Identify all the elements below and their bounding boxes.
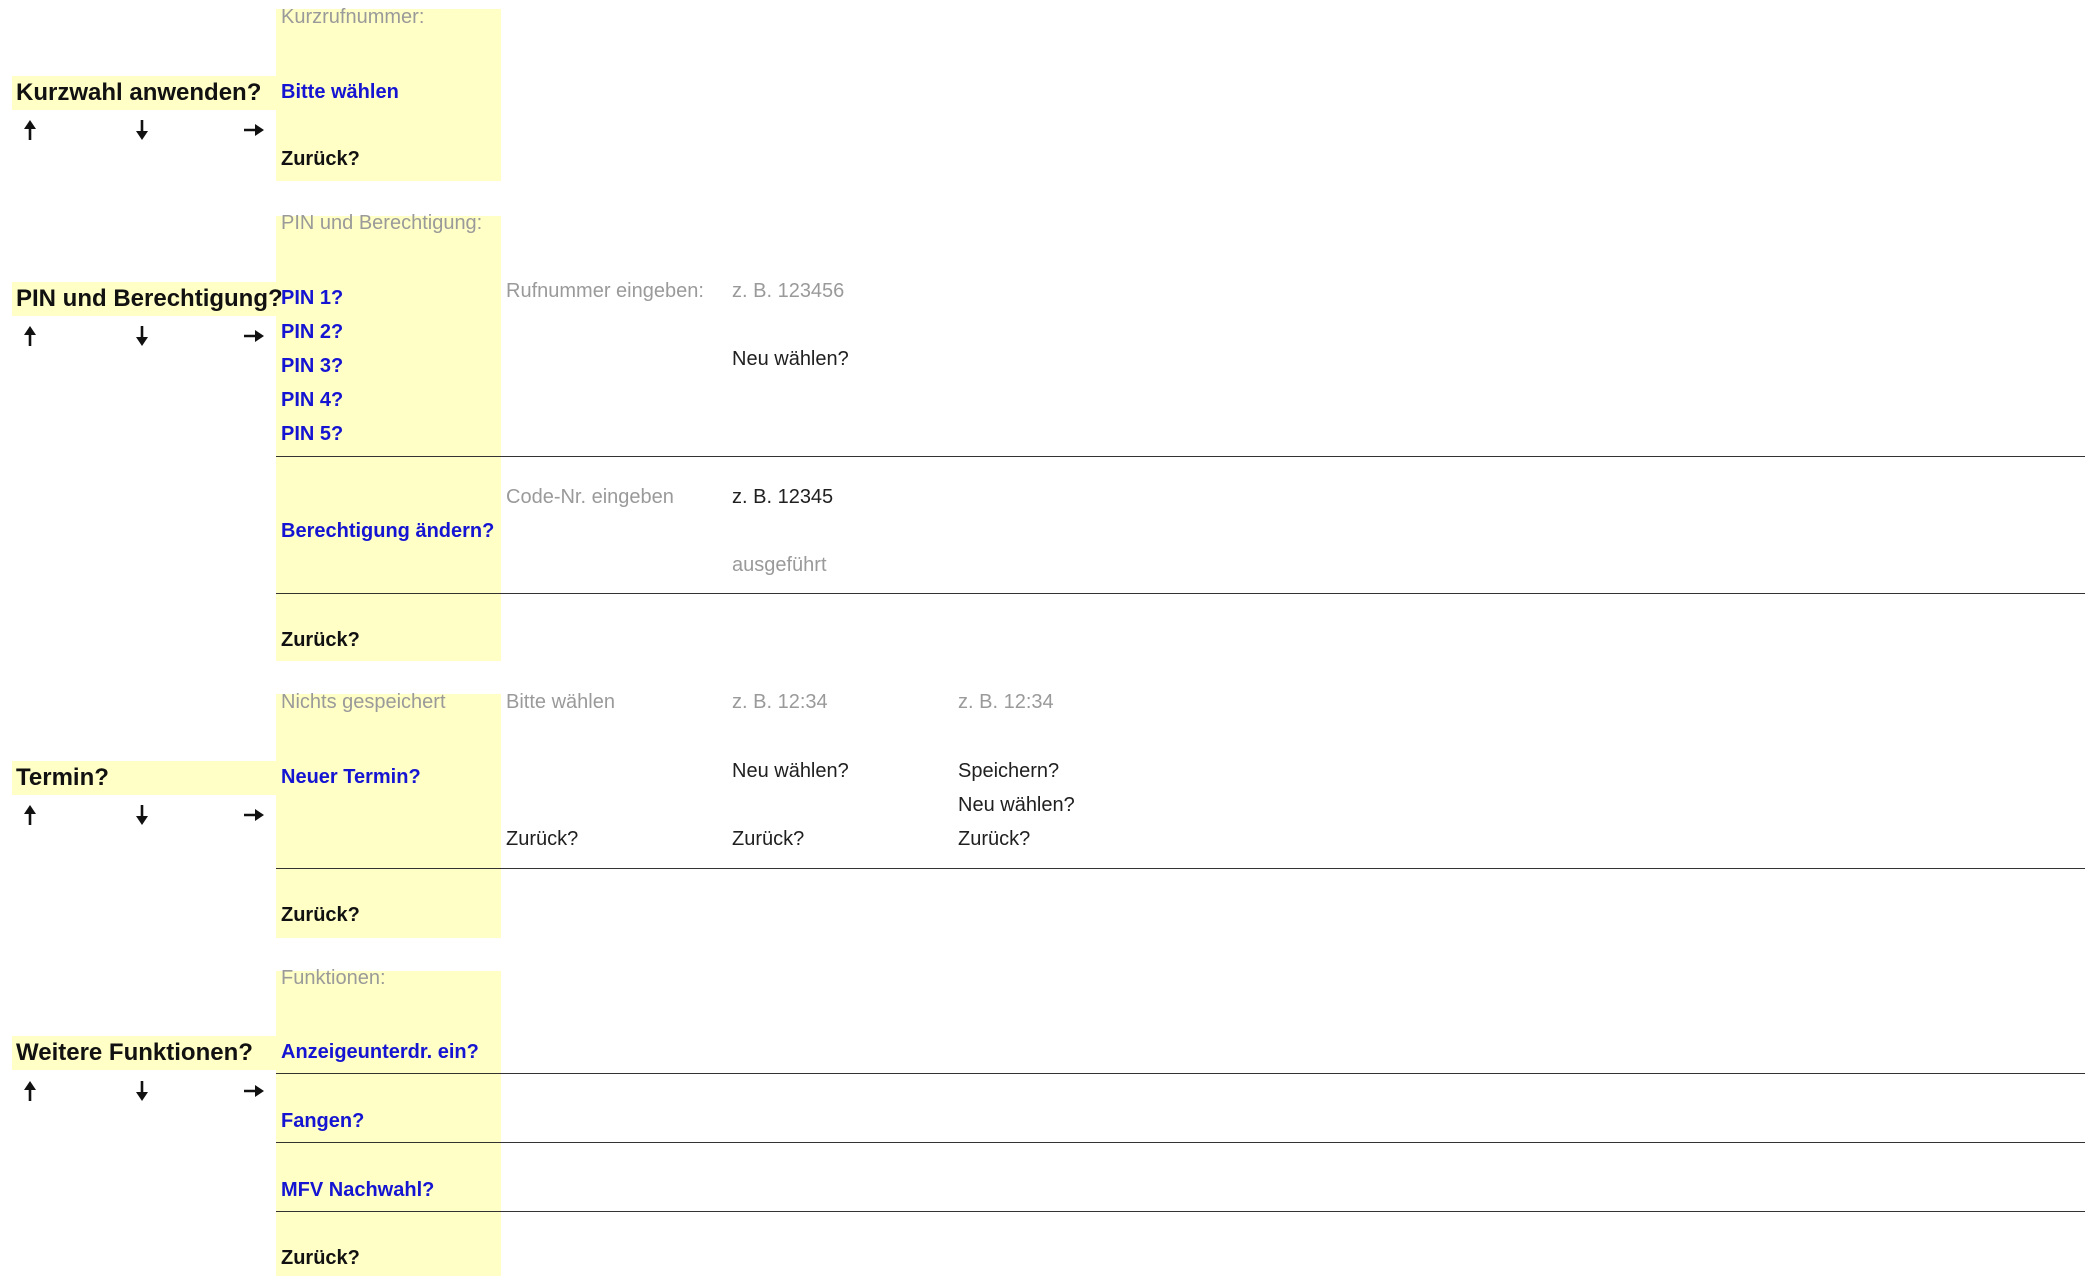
termin-back-col3[interactable]: Zurück? (732, 826, 804, 853)
termin-option-new[interactable]: Neuer Termin? (281, 764, 421, 791)
arrow-down-icon[interactable] (130, 1079, 154, 1103)
termin-back-col4[interactable]: Zurück? (958, 826, 1030, 853)
termin-save-option[interactable]: Speichern? (958, 758, 1059, 785)
termin-header: Nichts gespeichert (281, 691, 446, 713)
pin-option-1[interactable]: PIN 1? (281, 285, 343, 312)
pin-enter-number-prompt: Rufnummer eingeben: (506, 280, 704, 302)
pin-header: PIN und Berechtigung: (281, 212, 483, 234)
kurzwahl-header: Kurzrufnummer: (281, 6, 425, 28)
pin-back-option[interactable]: Zurück? (281, 627, 360, 654)
weitere-option-anzeigeunterdr[interactable]: Anzeigeunterdr. ein? (281, 1039, 479, 1066)
pin-example-number: z. B. 123456 (732, 280, 845, 302)
pin-option-change-authorization[interactable]: Berechtigung ändern? (281, 518, 494, 545)
pin-menu-label[interactable]: PIN und Berechtigung? (12, 282, 283, 316)
divider (276, 456, 2085, 457)
weitere-back-option[interactable]: Zurück? (281, 1245, 360, 1272)
arrow-up-icon[interactable] (18, 1079, 42, 1103)
pin-option-2[interactable]: PIN 2? (281, 319, 343, 346)
pin-option-5[interactable]: PIN 5? (281, 421, 343, 448)
termin-example-time-1: z. B. 12:34 (732, 691, 828, 713)
kurzwahl-option-bitte-waehlen[interactable]: Bitte wählen (281, 79, 399, 106)
termin-back-col2[interactable]: Zurück? (506, 826, 578, 853)
kurzwahl-back-option[interactable]: Zurück? (281, 146, 360, 173)
pin-enter-code-prompt: Code-Nr. eingeben (506, 486, 674, 508)
termin-reselect-option[interactable]: Neu wählen? (732, 758, 849, 785)
divider (276, 868, 2085, 869)
pin-example-code: z. B. 12345 (732, 486, 834, 508)
termin-reselect-option-2[interactable]: Neu wählen? (958, 792, 1075, 819)
weitere-menu-label[interactable]: Weitere Funktionen? (12, 1036, 280, 1070)
weitere-header: Funktionen: (281, 967, 386, 989)
termin-menu-label[interactable]: Termin? (12, 761, 280, 795)
weitere-option-fangen[interactable]: Fangen? (281, 1108, 364, 1135)
pin-done-status: ausgeführt (732, 554, 827, 576)
arrow-right-icon[interactable] (242, 324, 266, 348)
pin-reselect-option[interactable]: Neu wählen? (732, 346, 849, 373)
termin-back-option[interactable]: Zurück? (281, 902, 360, 929)
arrow-up-icon[interactable] (18, 324, 42, 348)
termin-please-select: Bitte wählen (506, 691, 615, 713)
arrow-down-icon[interactable] (130, 118, 154, 142)
divider (276, 1211, 2085, 1212)
kurzwahl-menu-label[interactable]: Kurzwahl anwenden? (12, 76, 280, 110)
arrow-right-icon[interactable] (242, 118, 266, 142)
divider (276, 593, 2085, 594)
pin-option-4[interactable]: PIN 4? (281, 387, 343, 414)
arrow-down-icon[interactable] (130, 803, 154, 827)
termin-example-time-2: z. B. 12:34 (958, 691, 1054, 713)
arrow-up-icon[interactable] (18, 118, 42, 142)
arrow-down-icon[interactable] (130, 324, 154, 348)
pin-option-3[interactable]: PIN 3? (281, 353, 343, 380)
arrow-right-icon[interactable] (242, 1079, 266, 1103)
arrow-up-icon[interactable] (18, 803, 42, 827)
divider (276, 1073, 2085, 1074)
weitere-option-mfv-nachwahl[interactable]: MFV Nachwahl? (281, 1177, 434, 1204)
divider (276, 1142, 2085, 1143)
arrow-right-icon[interactable] (242, 803, 266, 827)
